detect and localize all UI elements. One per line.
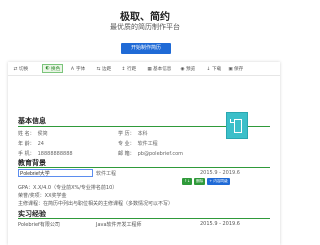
field-label: 学 历： xyxy=(118,131,135,137)
start-button[interactable]: 开始制作简历 xyxy=(121,43,171,54)
toolbar-button-modules[interactable]: ▦ 基本信息 xyxy=(147,65,171,73)
toolbar-label: 保存 xyxy=(234,67,244,72)
toolbar-button-preview[interactable]: ◉ 预览 xyxy=(180,65,195,73)
school-input[interactable] xyxy=(18,169,93,177)
education-courses[interactable]: 主修课程：在简历中列出与职位相关的主修课程（多数情况可以不写） xyxy=(18,200,173,207)
toolbar-button-switch[interactable]: ⇄ 切换 xyxy=(13,65,29,73)
font-icon: A xyxy=(70,66,75,72)
toolbar-label: 边距 xyxy=(102,67,112,72)
toolbar-button-spacing[interactable]: ⇆ 边距 xyxy=(96,65,112,73)
education-row[interactable]: 软件工程 2015.9 - 2019.6 ↑↓ 删除 + 内容同级 xyxy=(18,169,270,185)
insert-sibling-button[interactable]: + 内容同级 xyxy=(207,178,230,185)
toolbar-button-color[interactable]: ◐ 换色 xyxy=(42,64,64,73)
toolbar-label: 预览 xyxy=(186,67,196,72)
hero-banner: 极取、简约 最优质的简历制作平台 开始制作简历 xyxy=(0,0,290,62)
field-value: 软件工程 xyxy=(137,141,158,147)
field-label: 专 业： xyxy=(118,141,135,147)
field-value: 本科 xyxy=(137,131,148,137)
field-label: 手 机： xyxy=(18,151,35,157)
grid-icon: ▦ xyxy=(147,66,152,72)
internship-period[interactable]: 2015.9 - 2019.6 xyxy=(200,221,240,227)
spacing-icon: ⇆ xyxy=(96,66,101,72)
education-period: 2015.9 - 2019.6 xyxy=(200,170,240,176)
field-value: 侯简 xyxy=(37,131,48,137)
toolbar-button-download[interactable]: ↓ 下载 xyxy=(206,65,222,73)
field-label: 邮 箱： xyxy=(118,151,135,157)
field-name[interactable]: 姓 名： 侯简 xyxy=(18,130,48,137)
field-education[interactable]: 学 历： 本科 xyxy=(118,130,148,137)
toolbar-button-spacing2[interactable]: ↕ 行距 xyxy=(121,65,137,73)
resume-page: 基本信息 姓 名： 侯简 学 历： 本科 年 龄： 24 专 业： 软件工程 手 机： 1… xyxy=(18,82,270,245)
section-divider xyxy=(18,218,270,219)
toolbar-label: 下载 xyxy=(212,67,222,72)
internship-company[interactable]: Polebrief有限公司 xyxy=(18,221,60,228)
profile-photo[interactable] xyxy=(226,112,248,139)
field-value: 24 xyxy=(37,141,44,147)
line-height-icon: ↕ xyxy=(121,66,126,72)
palette-icon: ◐ xyxy=(45,66,50,71)
toolbar-label: 切换 xyxy=(19,67,29,72)
toolbar-label: 基本信息 xyxy=(153,67,172,72)
logo-icon xyxy=(234,119,242,133)
section-title-basic: 基本信息 xyxy=(18,117,46,125)
field-value: 18888888888 xyxy=(37,151,73,157)
move-button[interactable]: ↑↓ xyxy=(182,178,193,185)
save-icon: ▣ xyxy=(228,66,233,72)
section-divider xyxy=(18,167,270,168)
toolbar-button-save[interactable]: ▣ 保存 xyxy=(228,65,243,73)
field-age[interactable]: 年 龄： 24 xyxy=(18,140,44,147)
toolbar-label: 行距 xyxy=(127,67,137,72)
hero-title: 极取、简约 xyxy=(120,12,170,23)
eye-icon: ◉ xyxy=(180,66,185,72)
field-major[interactable]: 专 业： 软件工程 xyxy=(118,140,158,147)
internship-role[interactable]: Java软件开发工程师 xyxy=(96,221,142,228)
toolbar: ⇄ 切换 ◐ 换色 A 字体 ⇆ 边距 ↕ 行距 ▦ 基本信息 ◉ 预览 ↓ 下载 ▣ 保存 xyxy=(8,62,280,76)
delete-button[interactable]: 删除 xyxy=(194,178,206,185)
download-icon: ↓ xyxy=(206,66,211,72)
toolbar-label: 换色 xyxy=(51,66,61,72)
item-toolstrip: ↑↓ 删除 + 内容同级 xyxy=(182,178,230,185)
field-value: pb@polebrief.com xyxy=(137,151,183,157)
field-phone[interactable]: 手 机： 18888888888 xyxy=(18,150,73,157)
toolbar-button-font[interactable]: A 字体 xyxy=(70,65,85,73)
hero-subtitle: 最优质的简历制作平台 xyxy=(110,23,180,31)
toolbar-label: 字体 xyxy=(76,67,86,72)
education-gpa[interactable]: GPA：X.X/4.0（专业前X%/专业排名前10） xyxy=(18,184,117,191)
resume-editor: ⇄ 切换 ◐ 换色 A 字体 ⇆ 边距 ↕ 行距 ▦ 基本信息 ◉ 预览 ↓ 下载 ▣ 保存 基本信息 姓 名：侯… xyxy=(8,62,280,245)
logo-icon-notch xyxy=(230,119,234,123)
swap-icon: ⇄ xyxy=(13,66,18,72)
field-email[interactable]: 邮 箱： pb@polebrief.com xyxy=(118,150,183,157)
education-major: 软件工程 xyxy=(96,171,117,177)
field-label: 姓 名： xyxy=(18,131,35,137)
field-label: 年 龄： xyxy=(18,141,35,147)
education-honors[interactable]: 荣誉/奖项：XX奖学金 xyxy=(18,192,67,199)
